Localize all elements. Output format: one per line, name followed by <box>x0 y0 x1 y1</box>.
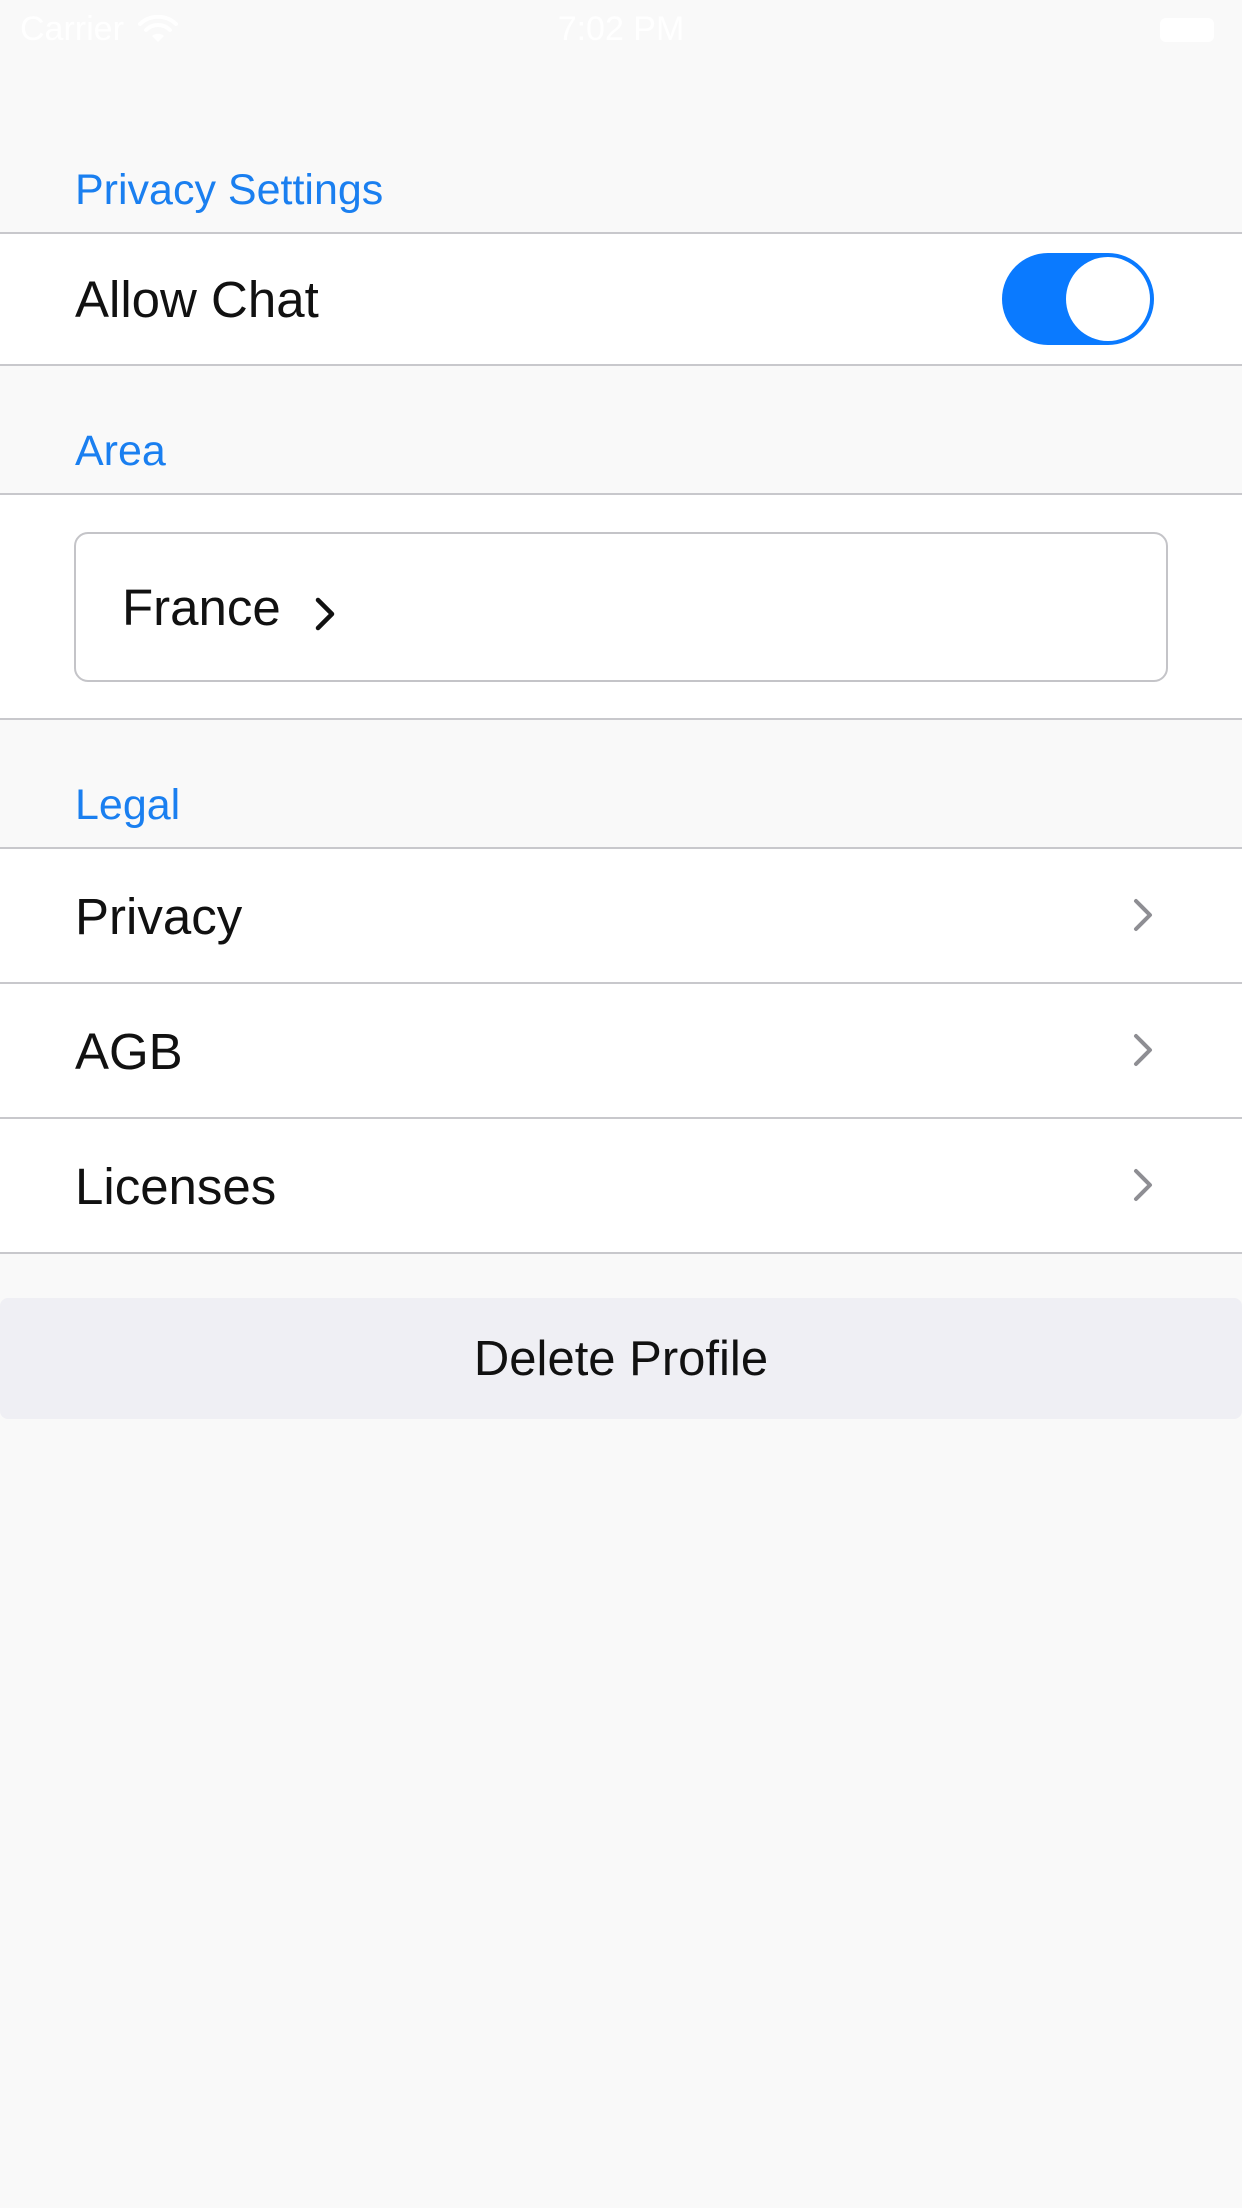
chevron-right-icon <box>1132 1167 1154 1203</box>
area-value: France <box>122 579 281 636</box>
area-cell: France <box>0 495 1242 718</box>
delete-profile-button[interactable]: Delete Profile <box>0 1298 1242 1419</box>
toggle-knob <box>1066 257 1150 341</box>
area-header: Area <box>75 427 166 475</box>
divider <box>0 1252 1242 1254</box>
chevron-right-icon <box>313 596 337 632</box>
legal-item-label: Privacy <box>75 888 243 945</box>
battery-icon <box>1160 18 1214 42</box>
chevron-right-icon <box>1132 1032 1154 1068</box>
allow-chat-label: Allow Chat <box>75 271 319 328</box>
status-time: 7:02 PM <box>557 10 685 48</box>
legal-item-label: Licenses <box>75 1158 277 1215</box>
legal-item-label: AGB <box>75 1023 183 1080</box>
legal-header: Legal <box>75 781 181 829</box>
legal-item-privacy[interactable]: Privacy <box>0 849 1242 982</box>
chevron-right-icon <box>1132 897 1154 933</box>
status-bar: Carrier 7:02 PM <box>0 0 1242 60</box>
legal-item-licenses[interactable]: Licenses <box>0 1119 1242 1252</box>
divider <box>0 718 1242 720</box>
privacy-settings-header: Privacy Settings <box>75 166 384 214</box>
area-picker-button[interactable]: France <box>74 532 1168 682</box>
allow-chat-cell: Allow Chat <box>0 234 1242 364</box>
divider <box>0 364 1242 366</box>
allow-chat-toggle[interactable] <box>1002 253 1154 345</box>
legal-item-agb[interactable]: AGB <box>0 984 1242 1117</box>
